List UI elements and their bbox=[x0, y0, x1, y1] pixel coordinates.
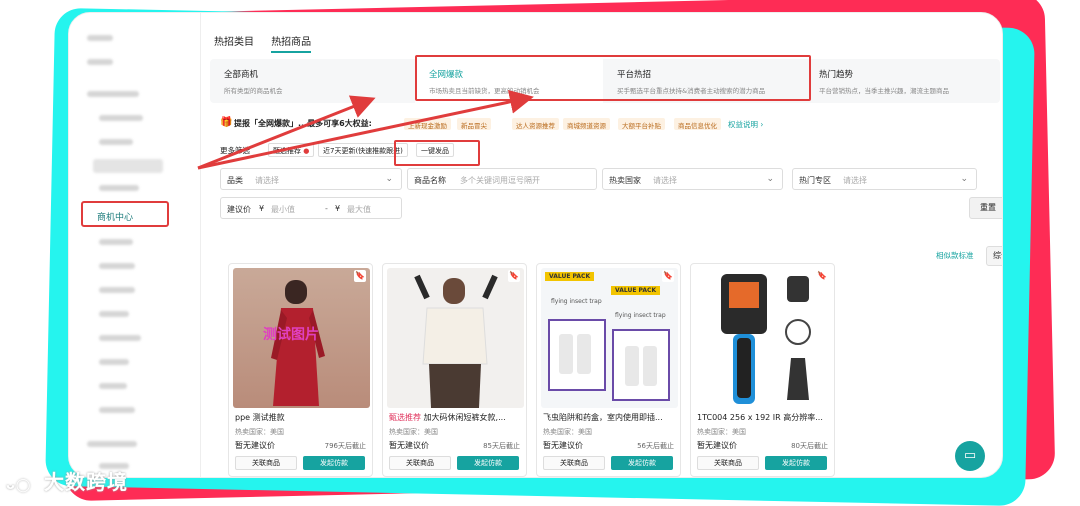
watermark: ᴗ◯ 大数跨境 bbox=[6, 466, 156, 496]
watermark-text: 大数跨境 bbox=[44, 470, 128, 494]
logo-icon: ᴗ◯ bbox=[6, 478, 32, 493]
annotation-arrows bbox=[197, 89, 534, 170]
